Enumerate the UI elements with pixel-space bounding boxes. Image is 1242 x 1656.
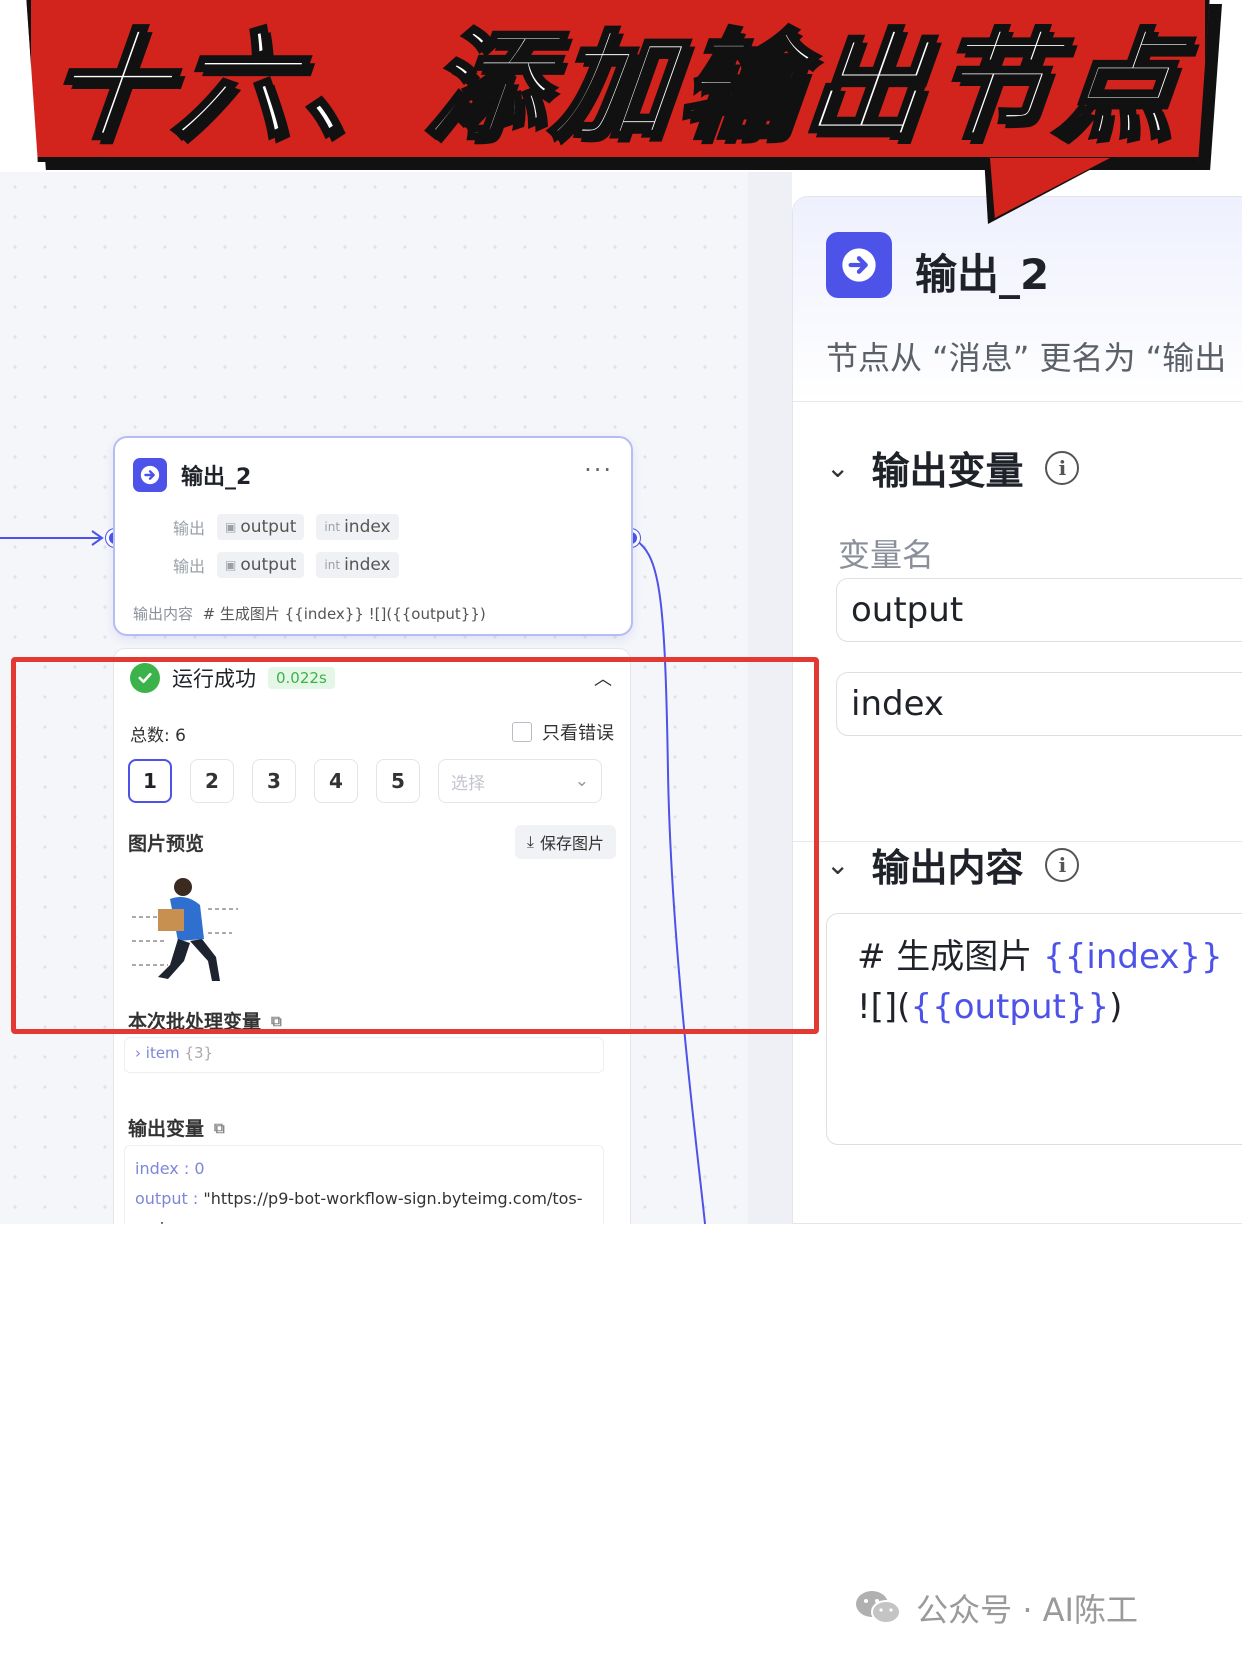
var-chip: int index: [316, 514, 399, 540]
node-config-panel: 输出_2 节点从 “消息” 更名为 “输出 ⌄ 输出变量 i 变量名 outpu…: [792, 196, 1242, 1224]
image-type-icon: ▣: [225, 520, 237, 534]
node-title: 输出_2: [181, 465, 252, 490]
panel-header: 输出_2 节点从 “消息” 更名为 “输出: [793, 197, 1242, 402]
wechat-icon: [856, 1591, 902, 1624]
watermark: 公众号 · AI陈工: [854, 1585, 1138, 1631]
section-header-vars[interactable]: ⌄ 输出变量 i: [826, 440, 1080, 495]
output-node-icon: [826, 232, 892, 298]
chevron-down-icon[interactable]: ⌄: [826, 451, 849, 484]
var-name-input[interactable]: index: [836, 672, 1242, 736]
output-content-editor[interactable]: # 生成图片 {{index}} ![]({{output}}): [826, 913, 1242, 1145]
output-vars-section: ⌄ 输出变量 i 变量名 output index: [793, 402, 1242, 842]
var-chip: ▣ output: [217, 552, 305, 578]
chevron-down-icon[interactable]: ⌄: [826, 848, 849, 881]
info-icon[interactable]: i: [1045, 450, 1080, 485]
image-type-icon: ▣: [225, 558, 237, 572]
banner-title: 十六、添加输出节点: [41, 15, 1194, 157]
panel-title[interactable]: 输出_2: [915, 241, 1049, 302]
node-var-row: 输出 ▣ output int index: [165, 514, 399, 540]
highlight-frame: [11, 657, 819, 1034]
output-vars-title: 输出变量 ⧉: [128, 1118, 225, 1140]
copy-icon[interactable]: ⧉: [214, 1119, 225, 1137]
more-options-icon[interactable]: ···: [584, 456, 613, 484]
int-type-icon: int: [324, 520, 341, 534]
section-header-content[interactable]: ⌄ 输出内容 i: [826, 837, 1080, 892]
row-label: 输出: [172, 557, 205, 576]
var-name-column: 变量名: [838, 536, 935, 574]
row-label: 输出: [172, 519, 205, 538]
var-chip: int index: [316, 552, 399, 578]
output-node-icon: [133, 458, 167, 492]
output-node-card[interactable]: 输出_2 ··· 输出 ▣ output int index 输出 ▣ output …: [113, 436, 633, 636]
info-icon[interactable]: i: [1045, 847, 1080, 882]
node-content-preview: 输出内容 # 生成图片 {{index}} ![]({{output}}): [133, 605, 486, 623]
int-type-icon: int: [324, 558, 341, 572]
batch-vars-box: › item {3}: [124, 1037, 604, 1073]
title-banner: 十六、添加输出节点: [26, 0, 1210, 162]
var-name-input[interactable]: output: [836, 578, 1242, 642]
panel-description: 节点从 “消息” 更名为 “输出: [826, 339, 1227, 377]
var-chip: ▣ output: [217, 514, 305, 540]
output-vars-box: index : 0 output : "https://p9-bot-workf…: [124, 1145, 604, 1224]
node-var-row: 输出 ▣ output int index: [165, 552, 399, 578]
